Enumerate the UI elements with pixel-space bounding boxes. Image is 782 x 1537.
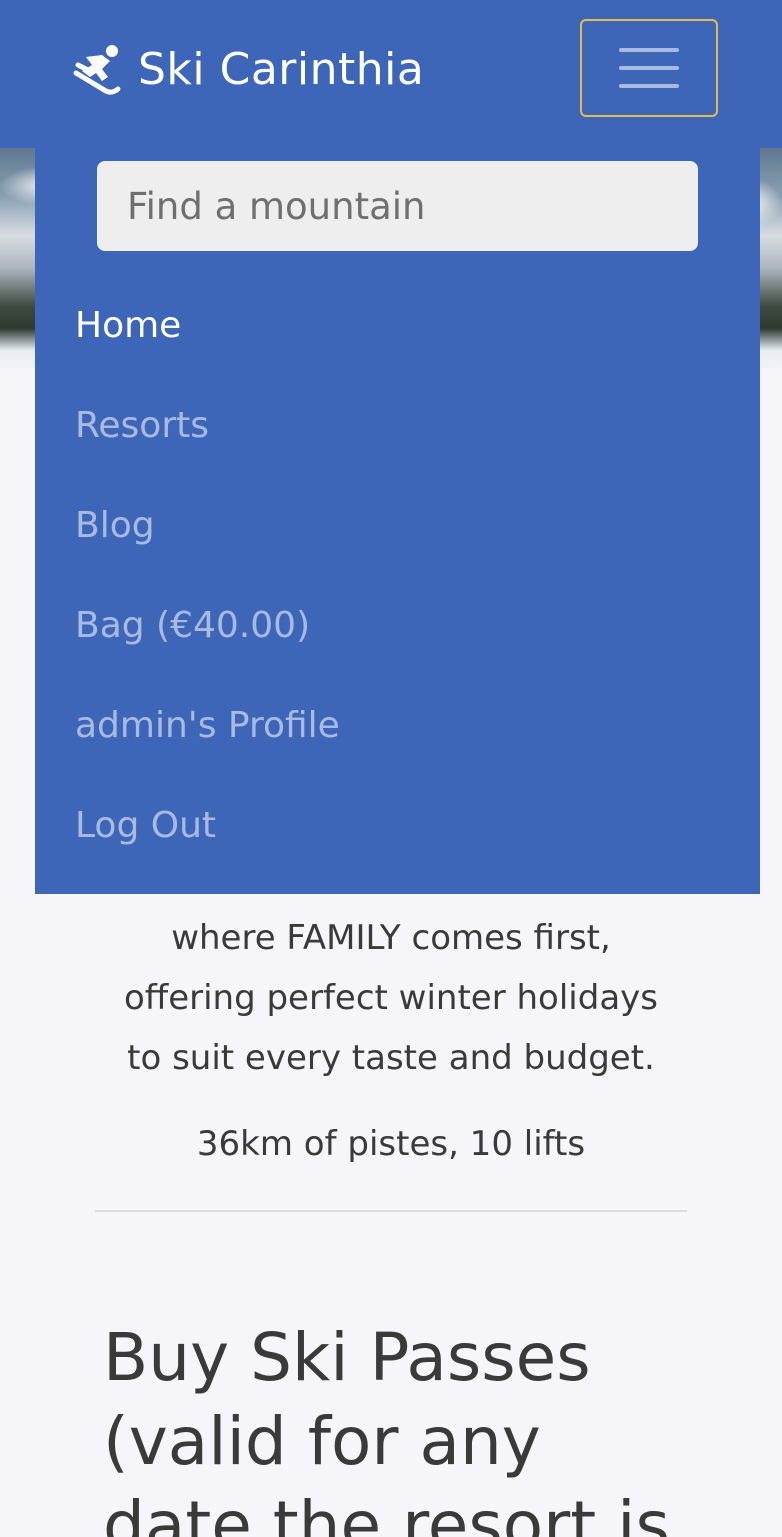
nav-item-home[interactable]: Home xyxy=(75,275,340,375)
nav-item-profile[interactable]: admin's Profile xyxy=(75,675,340,775)
nav-item-bag[interactable]: Bag (€40.00) xyxy=(75,575,340,675)
resort-description: where FAMILY comes first, offering perfe… xyxy=(71,908,711,1088)
skier-icon xyxy=(72,43,126,97)
nav-list: Home Resorts Blog Bag (€40.00) admin's P… xyxy=(75,275,340,875)
description-line: to suit every taste and budget. xyxy=(127,1038,655,1078)
nav-item-resorts[interactable]: Resorts xyxy=(75,375,340,475)
resort-stats: 36km of pistes, 10 lifts xyxy=(196,1124,586,1164)
resort-info: where FAMILY comes first, offering perfe… xyxy=(0,894,782,1537)
hamburger-menu-icon xyxy=(619,48,679,52)
search-input[interactable] xyxy=(97,161,698,251)
nav-item-logout[interactable]: Log Out xyxy=(75,775,340,875)
menu-toggle-button[interactable] xyxy=(580,19,718,117)
description-line: where FAMILY comes first, xyxy=(171,918,611,958)
description-line: offering perfect winter holidays xyxy=(123,978,659,1018)
navbar: Ski Carinthia xyxy=(0,0,782,148)
nav-dropdown: Home Resorts Blog Bag (€40.00) admin's P… xyxy=(35,148,760,894)
divider xyxy=(95,1210,687,1212)
page: Ski Carinthia where FAMILY comes first, … xyxy=(0,0,782,1537)
brand-link[interactable]: Ski Carinthia xyxy=(72,40,424,100)
brand-name: Ski Carinthia xyxy=(138,44,425,95)
nav-item-blog[interactable]: Blog xyxy=(75,475,340,575)
ski-passes-heading: Buy Ski Passes (valid for any date the r… xyxy=(103,1319,670,1537)
